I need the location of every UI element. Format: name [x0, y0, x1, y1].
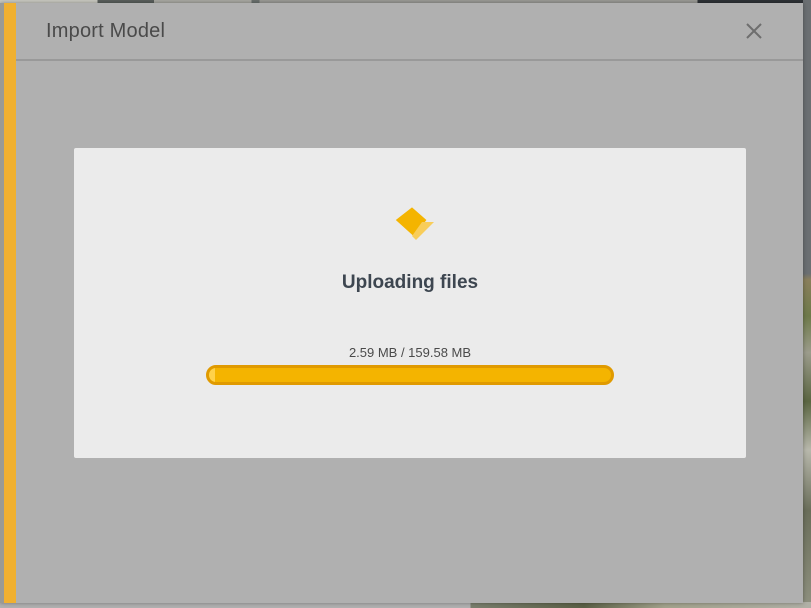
- upload-progress-bar: [206, 365, 614, 385]
- import-model-dialog: Import Model Uploading files 2.59 MB / 1…: [0, 3, 803, 603]
- dialog-header: Import Model: [16, 3, 803, 61]
- background-page-right: [803, 0, 811, 608]
- upload-size-text: 2.59 MB / 159.58 MB: [348, 345, 472, 360]
- close-icon: [746, 23, 762, 39]
- dialog-accent-bar: [0, 3, 16, 603]
- close-button[interactable]: [743, 20, 765, 42]
- upload-status-text: Uploading files: [341, 272, 479, 293]
- upload-progress-panel: Uploading files 2.59 MB / 159.58 MB: [74, 148, 746, 458]
- dialog-title: Import Model: [46, 20, 166, 42]
- diamond-logo-icon: [392, 200, 436, 244]
- upload-progress-fill: [209, 368, 216, 382]
